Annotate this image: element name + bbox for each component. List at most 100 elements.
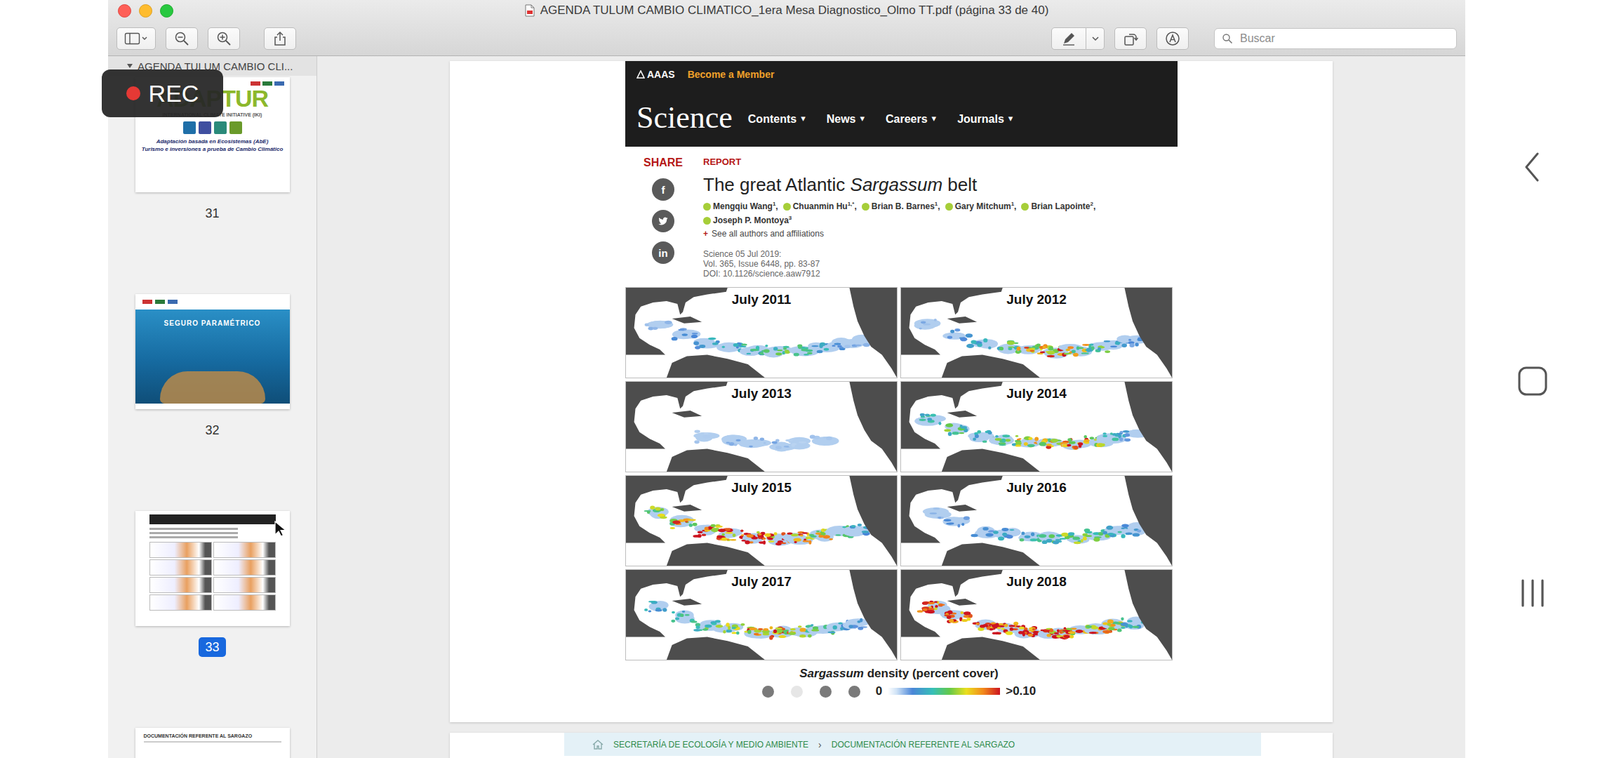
- map-title: July 2011: [625, 291, 897, 308]
- sargassum-map: July 2013: [625, 381, 898, 473]
- map-title: July 2018: [901, 574, 1172, 590]
- page-number: 31: [198, 203, 226, 224]
- document-icon: [524, 4, 535, 17]
- author[interactable]: Brian Lapointe2,: [1021, 200, 1096, 213]
- back-icon[interactable]: [1522, 149, 1544, 185]
- author[interactable]: Mengqiu Wang1,: [703, 200, 779, 213]
- banner-logos: [135, 294, 290, 310]
- share-button[interactable]: in: [651, 241, 675, 264]
- orcid-icon: [703, 202, 711, 211]
- annotate-button[interactable]: [1156, 27, 1189, 50]
- nav-menu[interactable]: Journals▾: [957, 112, 1013, 126]
- nav-menu[interactable]: Contents▾: [748, 112, 806, 126]
- page-thumbnail[interactable]: DOCUMENTACIÓN REFERENTE AL SARGAZO: [135, 727, 290, 758]
- screen-margin: [0, 0, 109, 758]
- science-nav: Contents▾ News▾ Careers▾ Journals▾: [748, 108, 1014, 126]
- share-button[interactable]: [651, 209, 675, 233]
- orcid-icon: [861, 202, 870, 211]
- recent-apps-icon[interactable]: [1517, 577, 1549, 609]
- map-title: July 2014: [901, 385, 1172, 402]
- disclosure-triangle-icon[interactable]: [126, 62, 134, 70]
- article-heading: SHAREfinREPORTThe great Atlantic Sargass…: [625, 146, 1178, 288]
- home-icon[interactable]: [592, 739, 604, 750]
- carousel-dot[interactable]: [762, 685, 775, 698]
- pdf-page: AAAS Become a Member Science Contents▾ News▾…: [449, 61, 1333, 723]
- aaas-mark-icon: [636, 70, 645, 79]
- close-button[interactable]: [117, 4, 132, 18]
- zoom-in-button[interactable]: [207, 27, 240, 50]
- sidebar-icon: [124, 31, 149, 46]
- cover-text: Adaptación basada en Ecosistemas (AbE): [156, 137, 269, 146]
- carousel-dot[interactable]: [819, 685, 832, 698]
- nav-menu[interactable]: Careers▾: [885, 112, 937, 126]
- mouse-cursor-icon: [274, 520, 286, 538]
- rotate-icon: [1122, 30, 1139, 47]
- legend-max: >0.10: [1005, 684, 1036, 699]
- author[interactable]: Chuanmin Hu1,*,: [783, 200, 857, 213]
- carousel-dot[interactable]: [790, 685, 803, 698]
- page-number: 33: [198, 637, 226, 657]
- zoom-button[interactable]: [160, 4, 174, 18]
- nav-menu[interactable]: News▾: [826, 112, 865, 126]
- orcid-icon: [945, 202, 953, 211]
- sargassum-map: July 2017: [625, 569, 898, 661]
- document-view: AAAS Become a Member Science Contents▾ News▾…: [317, 56, 1466, 758]
- title-bar: AGENDA TULUM CAMBIO CLIMATICO_1era Mesa …: [108, 0, 1466, 22]
- minimize-button[interactable]: [138, 4, 153, 18]
- sargassum-map: July 2014: [900, 381, 1173, 473]
- author[interactable]: Gary Mitchum1,: [945, 200, 1017, 213]
- page-thumbnail-item[interactable]: 33: [135, 510, 290, 728]
- sargassum-map: July 2011: [625, 287, 898, 379]
- share-button[interactable]: f: [651, 178, 675, 201]
- page-thumbnail[interactable]: [135, 510, 290, 626]
- map-title: July 2013: [625, 385, 897, 402]
- search-field[interactable]: [1214, 28, 1457, 50]
- cover-text: Turismo e inversiones a prueba de Cambio…: [141, 145, 284, 153]
- share-button[interactable]: [263, 27, 297, 50]
- orcid-icon: [1021, 202, 1029, 211]
- share-label: SHARE: [643, 156, 683, 170]
- markup-button[interactable]: [1051, 27, 1087, 50]
- page-thumbnail-item[interactable]: SEGURO PARAMÉTRICO 32: [135, 294, 290, 511]
- markup-menu-button[interactable]: [1086, 27, 1105, 50]
- zoom-in-icon: [216, 30, 232, 47]
- banner-photo: SEGURO PARAMÉTRICO: [135, 309, 290, 404]
- page-thumbnail[interactable]: SEGURO PARAMÉTRICO: [135, 294, 290, 410]
- thumbnail-title: DOCUMENTACIÓN REFERENTE AL SARGAZO: [143, 733, 253, 739]
- share-column: SHARE f in: [640, 156, 686, 288]
- sargassum-map-grid: July 2011July 2012July 2013July 2014July…: [625, 287, 1173, 661]
- breadcrumb-item[interactable]: SECRETARÍA DE ECOLOGÍA Y MEDIO AMBIENTE: [613, 739, 809, 750]
- science-logo[interactable]: Science: [636, 99, 733, 136]
- page-number: 32: [198, 420, 226, 440]
- preview-window: AGENDA TULUM CAMBIO CLIMATICO_1era Mesa …: [108, 0, 1466, 758]
- window-body: AGENDA TULUM CAMBIO CLI...ADAPTURINTERNA…: [108, 56, 1466, 758]
- search-input[interactable]: [1238, 31, 1450, 46]
- toolbar: [108, 21, 1466, 56]
- become-member-link[interactable]: Become a Member: [687, 68, 775, 80]
- thumbnail-sidebar: AGENDA TULUM CAMBIO CLI...ADAPTURINTERNA…: [108, 56, 318, 758]
- breadcrumb-separator: ›: [818, 738, 822, 751]
- science-header: AAAS Become a Member Science Contents▾ News▾…: [625, 61, 1178, 147]
- page-thumbnail-item[interactable]: DOCUMENTACIÓN REFERENTE AL SARGAZO: [135, 727, 290, 758]
- zoom-out-icon: [174, 30, 190, 47]
- sidebar-toggle-button[interactable]: [116, 27, 156, 50]
- citation: Science 05 Jul 2019:Vol. 365, Issue 6448…: [703, 249, 1178, 279]
- legend-title: Sargassum density (percent cover): [625, 665, 1173, 682]
- home-square-icon[interactable]: [1517, 365, 1549, 397]
- recording-badge: REC: [101, 69, 224, 118]
- screen: AGENDA TULUM CAMBIO CLIMATICO_1era Mesa …: [0, 0, 1600, 758]
- breadcrumb-item[interactable]: DOCUMENTACIÓN REFERENTE AL SARGAZO: [831, 739, 1015, 750]
- rotate-button[interactable]: [1114, 27, 1147, 50]
- author[interactable]: Joseph P. Montoya3: [703, 214, 792, 227]
- orcid-icon: [783, 202, 791, 211]
- author[interactable]: Brian B. Barnes1,: [861, 200, 941, 213]
- pdf-page: SECRETARÍA DE ECOLOGÍA Y MEDIO AMBIENTE ›…: [449, 732, 1333, 758]
- cover-icons: [183, 121, 243, 135]
- article-title: The great Atlantic Sargassum belt: [703, 173, 1178, 196]
- zoom-out-button[interactable]: [165, 27, 198, 50]
- carousel-dot[interactable]: [848, 685, 861, 698]
- see-all-authors-link[interactable]: +See all authors and affiliations: [703, 228, 1178, 240]
- aaas-logo[interactable]: AAAS: [636, 68, 676, 80]
- carousel-dots: [762, 685, 861, 698]
- breadcrumb: SECRETARÍA DE ECOLOGÍA Y MEDIO AMBIENTE ›…: [564, 732, 1262, 756]
